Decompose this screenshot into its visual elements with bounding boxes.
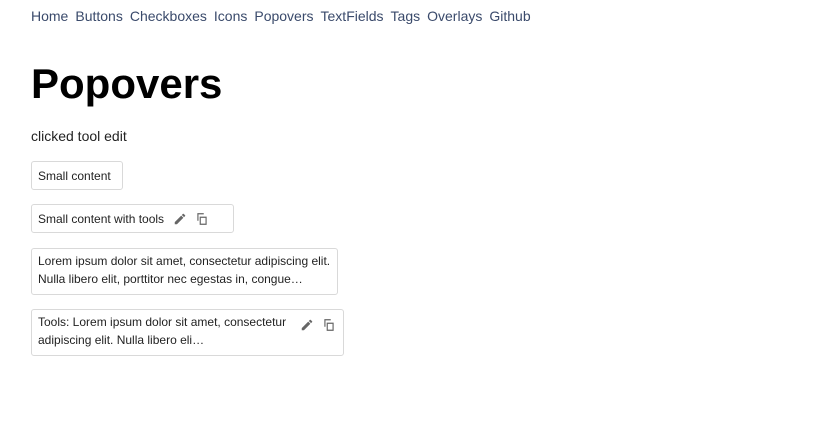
nav-checkboxes[interactable]: Checkboxes bbox=[130, 7, 207, 25]
page-title: Popovers bbox=[31, 60, 223, 107]
nav-textfields[interactable]: TextFields bbox=[321, 7, 384, 25]
popover-long-content-with-tools: Tools: Lorem ipsum dolor sit amet, conse… bbox=[31, 309, 344, 356]
nav-tags[interactable]: Tags bbox=[391, 7, 421, 25]
popover-text: Tools: Lorem ipsum dolor sit amet, conse… bbox=[38, 315, 287, 347]
copy-icon[interactable] bbox=[321, 317, 337, 333]
popover-tools bbox=[299, 317, 337, 333]
popover-long-content: Lorem ipsum dolor sit amet, consectetur … bbox=[31, 248, 338, 295]
top-nav: Home Buttons Checkboxes Icons Popovers T… bbox=[31, 7, 538, 25]
nav-buttons[interactable]: Buttons bbox=[75, 7, 122, 25]
nav-github[interactable]: Github bbox=[489, 7, 530, 25]
pencil-icon[interactable] bbox=[299, 317, 315, 333]
copy-icon[interactable] bbox=[194, 211, 210, 227]
popover-text: Small content with tools bbox=[38, 211, 165, 226]
popover-small-content-with-tools: Small content with tools bbox=[31, 204, 234, 233]
nav-icons[interactable]: Icons bbox=[214, 7, 247, 25]
pencil-icon[interactable] bbox=[172, 211, 188, 227]
popover-text: Lorem ipsum dolor sit amet, consectetur … bbox=[38, 254, 331, 286]
popover-text: Small content bbox=[38, 168, 111, 183]
popover-small-content: Small content bbox=[31, 161, 123, 190]
popover-tools bbox=[172, 211, 210, 227]
status-message: clicked tool edit bbox=[31, 128, 127, 144]
nav-home[interactable]: Home bbox=[31, 7, 68, 25]
nav-overlays[interactable]: Overlays bbox=[427, 7, 482, 25]
nav-popovers[interactable]: Popovers bbox=[254, 7, 313, 25]
